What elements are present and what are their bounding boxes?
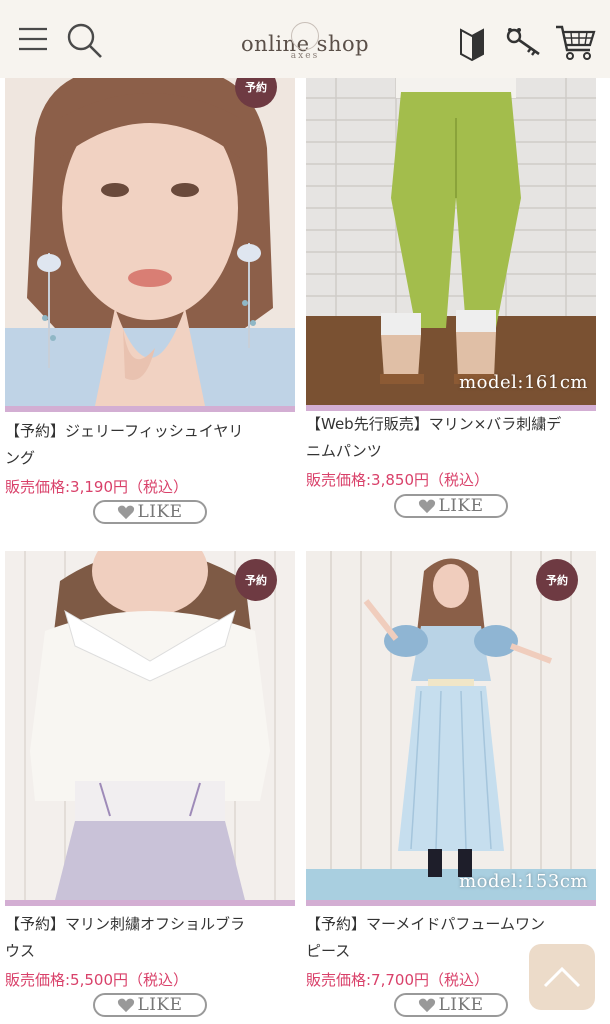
menu-icon[interactable] bbox=[14, 22, 52, 56]
logo-crest bbox=[291, 22, 319, 50]
key-icon[interactable] bbox=[504, 24, 544, 60]
like-label: LIKE bbox=[438, 995, 484, 1015]
product-name[interactable]: 【Web先行販売】マリン×バラ刺繍デ ニムパンツ bbox=[306, 411, 602, 465]
product-card[interactable]: 予約 【予約】マリン刺繍オフショルブラ ウス 販売価格:5,500円（税込） L… bbox=[0, 530, 300, 1024]
like-label: LIKE bbox=[438, 496, 484, 516]
product-image[interactable]: 予約 bbox=[5, 551, 295, 906]
product-price: 販売価格:3,850円（税込） bbox=[306, 471, 489, 489]
back-to-top-button[interactable] bbox=[529, 944, 595, 1010]
product-price: 販売価格:3,190円（税込） bbox=[5, 478, 188, 496]
search-icon[interactable] bbox=[64, 20, 106, 62]
model-height: model:153cm bbox=[459, 871, 588, 892]
product-name[interactable]: 【予約】マリン刺繍オフショルブラ ウス bbox=[5, 911, 295, 965]
preorder-badge: 予約 bbox=[235, 559, 277, 601]
like-button[interactable]: LIKE bbox=[394, 993, 508, 1017]
logo-subtext: axes bbox=[290, 51, 320, 61]
product-price: 販売価格:5,500円（税込） bbox=[5, 971, 188, 989]
heart-icon bbox=[419, 499, 436, 514]
cart-icon[interactable] bbox=[552, 20, 598, 64]
product-card[interactable]: 予約 【予約】ジェリーフィッシュイヤリ ング 販売価格:3,190円（税込） L… bbox=[0, 0, 300, 530]
site-header: online shop axes bbox=[0, 0, 610, 78]
heart-icon bbox=[118, 505, 135, 520]
product-card[interactable]: model:161cm 【Web先行販売】マリン×バラ刺繍デ ニムパンツ 販売価… bbox=[300, 0, 610, 530]
beginner-mark-icon[interactable] bbox=[456, 24, 488, 64]
like-button[interactable]: LIKE bbox=[93, 993, 207, 1017]
product-image[interactable]: 予約 bbox=[5, 78, 295, 412]
heart-icon bbox=[118, 998, 135, 1013]
model-height: model:161cm bbox=[459, 372, 588, 393]
shop-logo[interactable]: online shop axes bbox=[240, 20, 370, 64]
like-label: LIKE bbox=[137, 995, 183, 1015]
product-name[interactable]: 【予約】ジェリーフィッシュイヤリ ング bbox=[5, 418, 295, 472]
product-image[interactable]: 予約 model:153cm bbox=[306, 551, 596, 906]
like-label: LIKE bbox=[137, 502, 183, 522]
preorder-badge: 予約 bbox=[536, 559, 578, 601]
heart-icon bbox=[419, 998, 436, 1013]
like-button[interactable]: LIKE bbox=[93, 500, 207, 524]
product-price: 販売価格:7,700円（税込） bbox=[306, 971, 489, 989]
product-image[interactable]: model:161cm bbox=[306, 78, 596, 411]
like-button[interactable]: LIKE bbox=[394, 494, 508, 518]
chevron-up-icon bbox=[543, 966, 581, 988]
